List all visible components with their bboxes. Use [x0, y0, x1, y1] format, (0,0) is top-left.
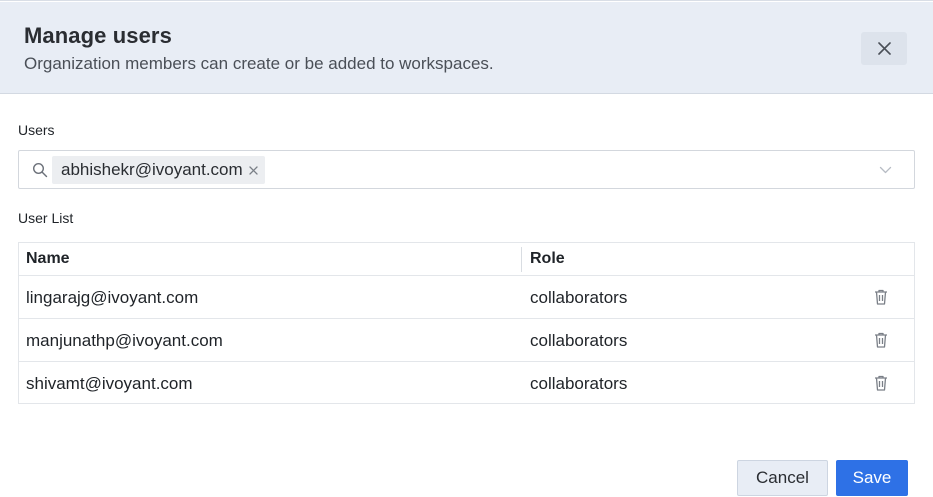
user-name-cell: manjunathp@ivoyant.com	[26, 331, 223, 350]
table-row: manjunathp@ivoyant.com collaborators	[19, 319, 914, 362]
column-divider[interactable]	[521, 247, 522, 272]
tag-remove-button[interactable]	[249, 165, 259, 175]
dialog-title: Manage users	[24, 23, 172, 48]
column-header-role: Role	[530, 250, 565, 267]
table-header: Name Role	[19, 243, 914, 276]
close-icon	[877, 42, 891, 55]
user-list-label: User List	[18, 210, 74, 226]
trash-icon[interactable]	[873, 374, 889, 392]
user-name-cell: shivamt@ivoyant.com	[26, 374, 193, 393]
selected-user-tag-label: abhishekr@ivoyant.com	[61, 160, 243, 179]
manage-users-dialog: Manage users Organization members can cr…	[0, 0, 933, 497]
selected-user-tag: abhishekr@ivoyant.com	[52, 156, 265, 184]
trash-icon[interactable]	[873, 288, 889, 306]
user-list-table: Name Role lingarajg@ivoyant.com collabor…	[18, 242, 915, 404]
user-name-cell: lingarajg@ivoyant.com	[26, 288, 199, 307]
column-header-name: Name	[26, 250, 70, 267]
close-button[interactable]	[861, 32, 907, 65]
trash-icon[interactable]	[873, 331, 889, 349]
table-row: shivamt@ivoyant.com collaborators	[19, 362, 914, 405]
chevron-down-icon[interactable]	[879, 164, 892, 176]
search-icon	[32, 162, 48, 178]
tag-remove-icon	[249, 165, 258, 175]
users-select[interactable]: abhishekr@ivoyant.com	[18, 150, 915, 189]
save-button[interactable]: Save	[836, 460, 908, 496]
user-role-cell: collaborators	[530, 288, 628, 307]
user-role-cell: collaborators	[530, 374, 628, 393]
cancel-button[interactable]: Cancel	[737, 460, 828, 496]
dialog-header: Manage users Organization members can cr…	[0, 2, 933, 94]
table-row: lingarajg@ivoyant.com collaborators	[19, 276, 914, 319]
user-role-cell: collaborators	[530, 331, 628, 350]
dialog-subtitle: Organization members can create or be ad…	[24, 54, 494, 73]
users-field-label: Users	[18, 122, 55, 138]
